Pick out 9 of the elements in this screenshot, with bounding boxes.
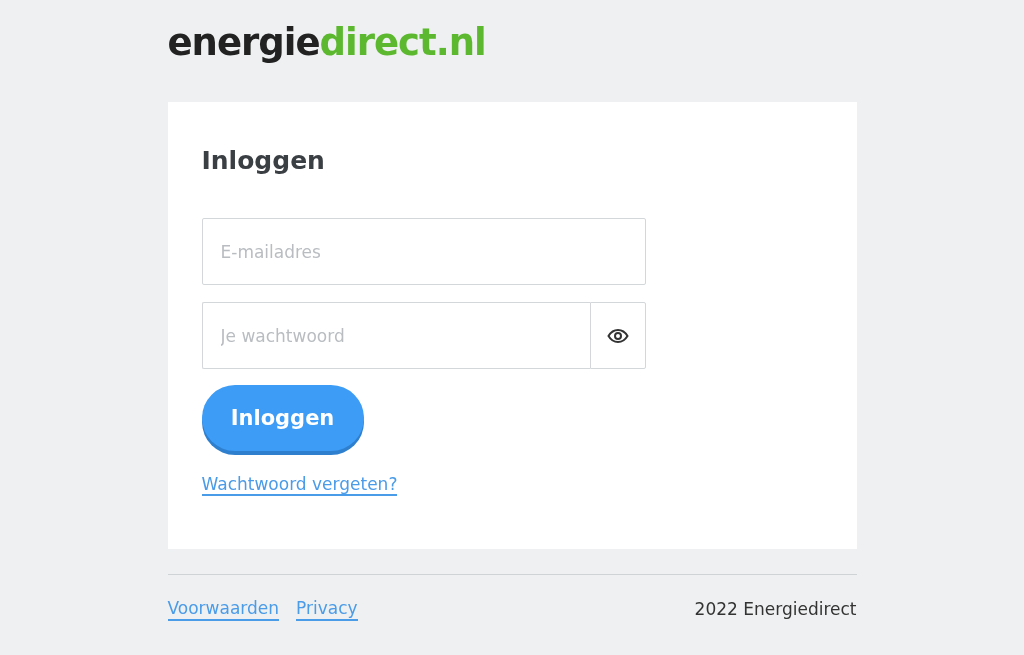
login-title: Inloggen <box>201 145 325 177</box>
copyright-text: 2022 Energiedirect <box>694 599 857 619</box>
forgot-password-link[interactable]: Wachtwoord vergeten? <box>201 474 398 496</box>
footer-link[interactable]: Privacy <box>296 597 358 621</box>
footer-link[interactable]: Voorwaarden <box>167 597 280 621</box>
email-field[interactable]: E-mailadres <box>201 218 646 285</box>
show-password-button[interactable] <box>589 302 646 369</box>
logo[interactable]: energiedirect.nl <box>167 22 486 64</box>
eye-icon <box>606 328 629 343</box>
